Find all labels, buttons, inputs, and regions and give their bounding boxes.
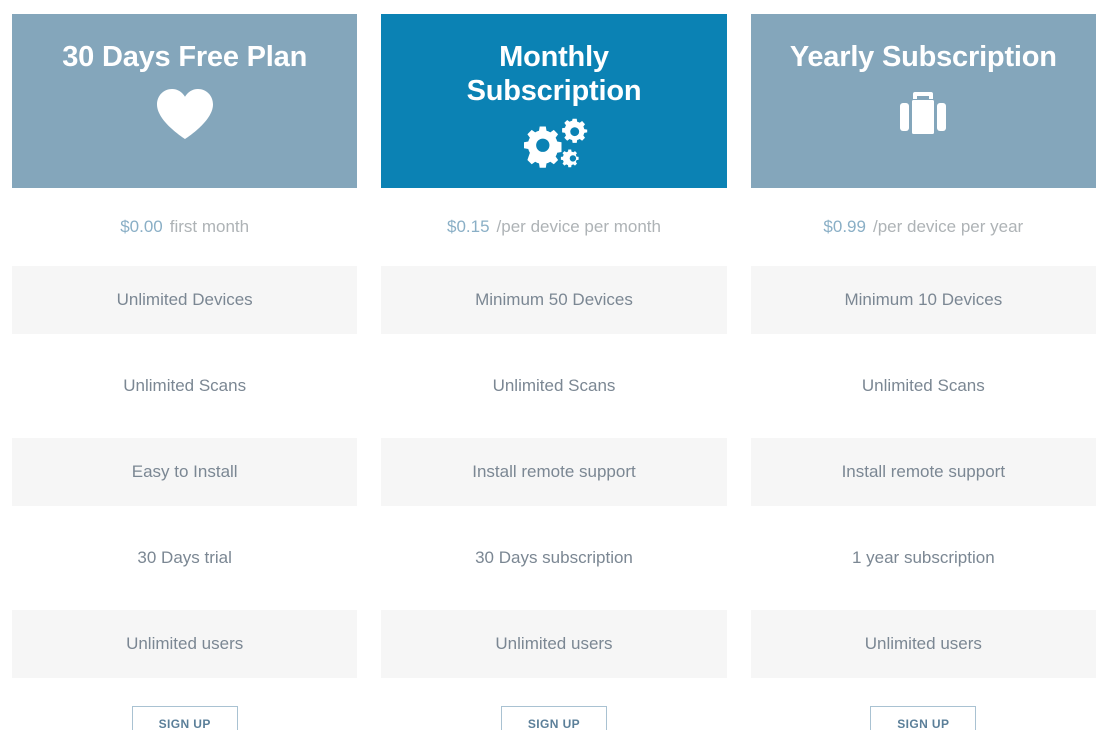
feature-spacer [751, 334, 1096, 352]
feature-spacer [751, 420, 1096, 438]
price-period: first month [169, 217, 250, 236]
plan-cta-wrap: SIGN UP [12, 678, 357, 730]
feature-row: 30 Days trial [12, 524, 358, 592]
feature-row: Unlimited users [381, 610, 727, 678]
plan-card-monthly: Monthly Subscription $0.15 /per device p… [381, 14, 727, 730]
price-amount: $0.99 [823, 217, 866, 236]
price-period: /per device per month [496, 217, 661, 236]
signup-button[interactable]: SIGN UP [870, 706, 977, 730]
gears-icon [519, 114, 589, 176]
signup-button[interactable]: SIGN UP [131, 706, 238, 730]
feature-row: Minimum 50 Devices [381, 266, 727, 334]
feature-row: Install remote support [750, 438, 1096, 506]
plan-cta-wrap: SIGN UP [751, 678, 1096, 730]
feature-row: Unlimited users [750, 610, 1096, 678]
plan-title: Monthly Subscription [466, 41, 642, 108]
heart-icon [156, 88, 214, 150]
plan-price: $0.15 /per device per month [381, 188, 726, 266]
feature-spacer [381, 420, 726, 438]
plan-price: $0.00 first month [12, 188, 357, 266]
plan-title: Yearly Subscription [789, 41, 1057, 73]
plan-header: 30 Days Free Plan [12, 14, 358, 188]
plan-title: 30 Days Free Plan [62, 41, 308, 73]
feature-row: Minimum 10 Devices [750, 266, 1096, 334]
feature-spacer [12, 506, 357, 524]
plan-cta-wrap: SIGN UP [381, 678, 726, 730]
feature-row: Easy to Install [12, 438, 358, 506]
feature-row: Install remote support [381, 438, 727, 506]
plan-card-free: 30 Days Free Plan $0.00 first month Unli… [12, 14, 358, 730]
briefcase-icon [896, 88, 950, 150]
feature-row: Unlimited users [12, 610, 358, 678]
price-amount: $0.15 [447, 217, 490, 236]
feature-spacer [381, 592, 726, 610]
feature-list: Unlimited Devices Unlimited Scans Easy t… [12, 266, 358, 678]
feature-spacer [381, 506, 726, 524]
feature-spacer [381, 334, 726, 352]
feature-row: Unlimited Scans [750, 352, 1096, 420]
feature-row: Unlimited Scans [12, 352, 358, 420]
feature-list: Minimum 10 Devices Unlimited Scans Insta… [750, 266, 1096, 678]
feature-spacer [12, 334, 357, 352]
feature-row: Unlimited Scans [381, 352, 727, 420]
pricing-table: 30 Days Free Plan $0.00 first month Unli… [0, 0, 1108, 730]
signup-button[interactable]: SIGN UP [500, 706, 608, 730]
price-amount: $0.00 [120, 217, 163, 236]
feature-spacer [12, 592, 357, 610]
plan-header: Monthly Subscription [381, 14, 727, 188]
plan-header: Yearly Subscription [750, 14, 1096, 188]
price-period: /per device per year [872, 217, 1024, 236]
feature-spacer [751, 506, 1096, 524]
plan-price: $0.99 /per device per year [751, 188, 1096, 266]
feature-row: Unlimited Devices [12, 266, 358, 334]
feature-row: 1 year subscription [750, 524, 1096, 592]
feature-list: Minimum 50 Devices Unlimited Scans Insta… [381, 266, 727, 678]
feature-spacer [12, 420, 357, 438]
feature-spacer [751, 592, 1096, 610]
feature-row: 30 Days subscription [381, 524, 727, 592]
plan-card-yearly: Yearly Subscription $0.99 /per device pe… [750, 14, 1096, 730]
